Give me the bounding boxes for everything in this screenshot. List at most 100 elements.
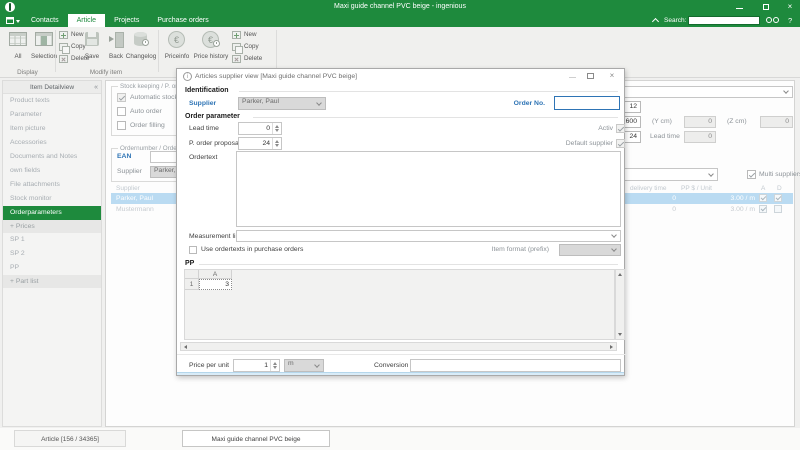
use-ordertexts-checkbox[interactable] bbox=[189, 246, 197, 254]
copy-label: Copy bbox=[244, 42, 259, 52]
col-supplier[interactable]: Supplier bbox=[116, 185, 140, 192]
selection-button[interactable]: Selection bbox=[30, 30, 58, 68]
minimize-button[interactable] bbox=[730, 0, 750, 14]
p-order-proposal-spinner[interactable]: 24 bbox=[238, 137, 282, 150]
collapse-ribbon-icon[interactable] bbox=[652, 18, 659, 25]
binoculars-icon[interactable] bbox=[766, 16, 780, 24]
spinner-buttons[interactable] bbox=[270, 360, 279, 371]
price-per-unit-spinner[interactable]: 1 bbox=[233, 359, 280, 372]
scroll-down-icon[interactable] bbox=[618, 333, 622, 336]
col-pp-unit[interactable]: PP $ / Unit bbox=[681, 185, 712, 192]
collapse-sidebar-icon[interactable]: « bbox=[94, 81, 98, 94]
tab-purchase-orders[interactable]: Purchase orders bbox=[148, 14, 217, 27]
tab-article[interactable]: Article bbox=[68, 14, 105, 27]
app-menu-icon[interactable] bbox=[6, 17, 18, 25]
spin-up-icon bbox=[275, 140, 279, 143]
ordertext-textarea[interactable] bbox=[236, 151, 621, 227]
sidebar-item-sp2[interactable]: SP 2 bbox=[3, 247, 101, 261]
sidebar-item-item-picture[interactable]: Item picture bbox=[3, 122, 101, 136]
unit-dropdown[interactable]: m bbox=[284, 359, 324, 372]
unit-value: m bbox=[288, 360, 294, 367]
delete-price-button[interactable]: Delete bbox=[232, 54, 272, 64]
sidebar-item-accessories[interactable]: Accessories bbox=[3, 136, 101, 150]
tab-contacts[interactable]: Contacts bbox=[22, 14, 68, 27]
dialog-maximize-button[interactable] bbox=[584, 71, 598, 82]
maximize-button[interactable] bbox=[757, 0, 777, 14]
horizontal-scrollbar[interactable] bbox=[180, 342, 617, 351]
maximize-icon bbox=[587, 73, 594, 79]
new-price-button[interactable]: New bbox=[232, 30, 272, 40]
sidebar-item-sp1[interactable]: SP 1 bbox=[3, 233, 101, 247]
sidebar-expander-prices[interactable]: + Prices bbox=[3, 220, 101, 233]
col-d[interactable]: D bbox=[777, 185, 782, 192]
ean-label: EAN bbox=[117, 153, 131, 160]
multi-suppliers-label: Multi suppliers bbox=[759, 171, 800, 178]
scroll-right-icon[interactable] bbox=[610, 345, 613, 349]
vertical-scrollbar[interactable] bbox=[615, 269, 625, 340]
sidebar-item-file-attachments[interactable]: File attachments bbox=[3, 178, 101, 192]
auto-order-label: Auto order bbox=[130, 108, 162, 115]
table-selection-icon bbox=[35, 32, 53, 46]
tab-maxi-guide-channel[interactable]: Maxi guide channel PVC beige bbox=[182, 430, 330, 447]
sidebar-item-own-fields[interactable]: own fields bbox=[3, 164, 101, 178]
multi-suppliers-checkbox[interactable] bbox=[747, 170, 756, 179]
all-button[interactable]: All bbox=[4, 30, 32, 68]
sidebar-expander-part-list[interactable]: + Part list bbox=[3, 275, 101, 288]
scroll-left-icon[interactable] bbox=[184, 345, 187, 349]
pp-grid[interactable]: A 1 3 bbox=[184, 269, 615, 340]
grid-corner-cell[interactable] bbox=[185, 270, 199, 279]
measurement-line-label: Measurement line bbox=[189, 233, 243, 240]
cell-pp-unit: 3.00 / m bbox=[690, 193, 755, 204]
new-label: New bbox=[244, 30, 257, 40]
sidebar-item-documents-and-notes[interactable]: Documents and Notes bbox=[3, 150, 101, 164]
lead-time-label: Lead time bbox=[650, 133, 680, 140]
order-filling-checkbox[interactable] bbox=[117, 121, 126, 130]
dialog-supplier-dropdown[interactable]: Parker, Paul bbox=[238, 97, 326, 110]
euro-coin-icon: € bbox=[168, 31, 185, 48]
grid-cell-a1[interactable]: 3 bbox=[199, 279, 232, 290]
sidebar-item-stock-monitor[interactable]: Stock monitor bbox=[3, 192, 101, 206]
changelog-button[interactable]: Changelog bbox=[126, 30, 156, 68]
sidebar-item-pp[interactable]: PP bbox=[3, 261, 101, 275]
cell-pp-unit: 3.00 / m bbox=[690, 204, 755, 215]
col-a[interactable]: A bbox=[761, 185, 765, 192]
cell-d-checkbox[interactable] bbox=[774, 194, 782, 202]
cell-supplier: Parker, Paul bbox=[116, 193, 153, 204]
priceinfo-button[interactable]: € Priceinfo bbox=[162, 30, 192, 68]
close-button[interactable]: × bbox=[782, 0, 798, 14]
maximize-icon bbox=[763, 4, 769, 10]
spinner-buttons[interactable] bbox=[272, 138, 281, 149]
sidebar-item-parameter[interactable]: Parameter bbox=[3, 108, 101, 122]
cell-a-checkbox[interactable] bbox=[759, 194, 767, 202]
sidebar-item-orderparameters[interactable]: Orderparameters bbox=[3, 206, 101, 220]
tab-projects[interactable]: Projects bbox=[105, 14, 148, 27]
search-input[interactable] bbox=[688, 16, 760, 25]
search-label: Search: bbox=[664, 17, 686, 24]
order-no-input[interactable] bbox=[554, 96, 620, 110]
dialog-close-button[interactable]: × bbox=[605, 71, 619, 82]
item-format-dropdown[interactable] bbox=[559, 244, 621, 256]
cell-d-checkbox[interactable] bbox=[774, 205, 782, 213]
grid-row-header-1[interactable]: 1 bbox=[185, 279, 199, 290]
sidebar-item-product-texts[interactable]: Product texts bbox=[3, 94, 101, 108]
measurement-line-dropdown[interactable] bbox=[236, 230, 621, 242]
price-history-button[interactable]: € Price history bbox=[196, 30, 226, 68]
grid-column-header-a[interactable]: A bbox=[199, 270, 232, 279]
conversion-input[interactable] bbox=[410, 359, 621, 372]
auto-order-checkbox[interactable] bbox=[117, 107, 126, 116]
ribbon-separator bbox=[55, 30, 56, 72]
copy-price-button[interactable]: Copy bbox=[232, 42, 272, 52]
help-icon[interactable]: ? bbox=[788, 16, 792, 25]
dialog-supplier-label: Supplier bbox=[189, 100, 216, 107]
scroll-up-icon[interactable] bbox=[618, 273, 622, 276]
lead-time-field: 0 bbox=[684, 131, 716, 143]
tab-article-record[interactable]: Article [156 / 34365] bbox=[14, 430, 126, 447]
z-cm-field: 0 bbox=[760, 116, 793, 128]
ordertext-label: Ordertext bbox=[189, 154, 217, 161]
cell-a-checkbox[interactable] bbox=[759, 205, 767, 213]
spin-up-icon bbox=[273, 362, 277, 365]
lead-time-spinner[interactable]: 0 bbox=[238, 122, 282, 135]
spinner-buttons[interactable] bbox=[272, 123, 281, 134]
automatic-stock-keeping-checkbox[interactable] bbox=[117, 93, 126, 102]
col-delivery-time[interactable]: delivery time bbox=[630, 185, 666, 192]
